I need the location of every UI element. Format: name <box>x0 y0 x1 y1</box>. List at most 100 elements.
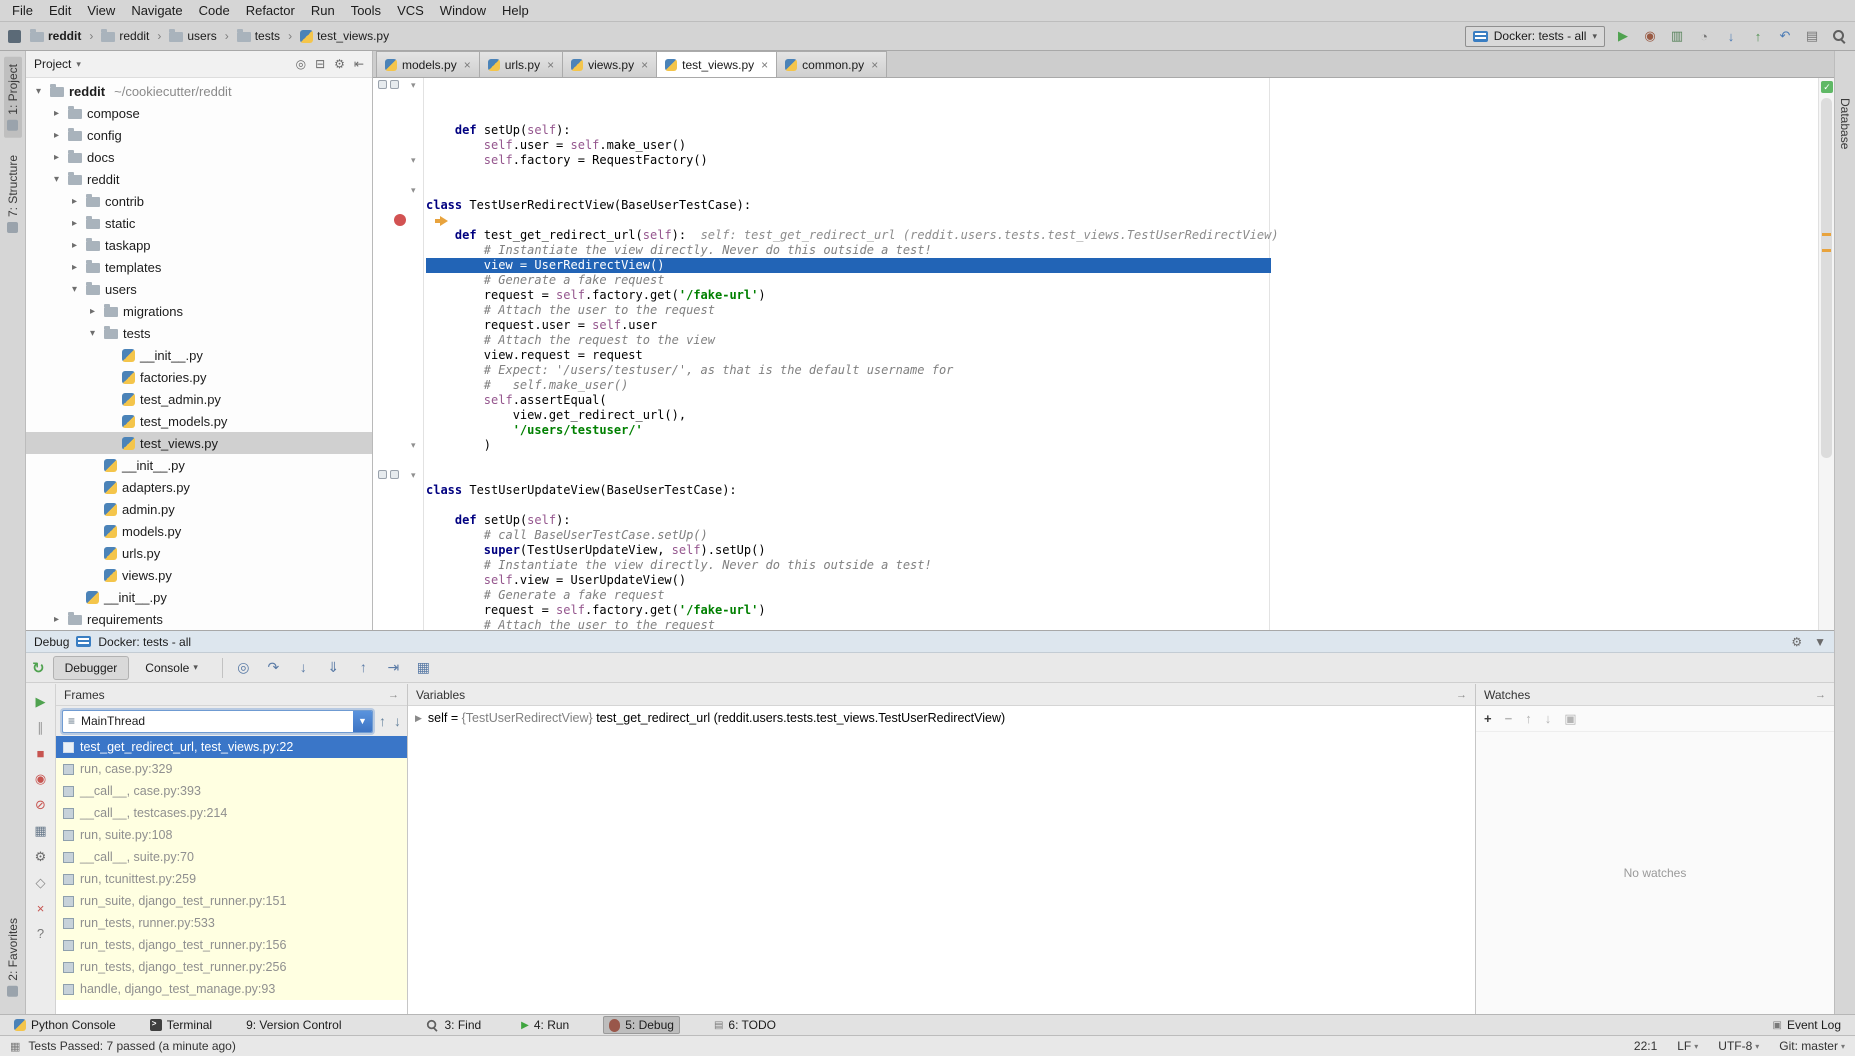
tree-item-reddit[interactable]: ▾reddit <box>26 168 372 190</box>
float-panel-icon[interactable]: → <box>1815 689 1826 701</box>
frame-row[interactable]: test_get_redirect_url, test_views.py:22 <box>56 736 407 758</box>
editor-tab-common-py[interactable]: common.py× <box>776 51 887 77</box>
hide-panel-icon[interactable]: ▼ <box>1814 635 1826 649</box>
frame-row[interactable]: __call__, suite.py:70 <box>56 846 407 868</box>
frame-row[interactable]: run_suite, django_test_runner.py:151 <box>56 890 407 912</box>
pause-icon[interactable]: ∥ <box>33 720 49 736</box>
next-frame-icon[interactable]: ↓ <box>394 713 401 729</box>
frame-row[interactable]: run, suite.py:108 <box>56 824 407 846</box>
close-icon[interactable]: × <box>641 58 648 72</box>
run-config-select[interactable]: Docker: tests - all ▾ <box>1465 26 1605 47</box>
collapse-all-icon[interactable]: ⊟ <box>315 57 325 71</box>
chevron-down-icon[interactable]: ▾ <box>86 328 99 339</box>
test-marker-icon[interactable] <box>378 470 387 479</box>
frame-row[interactable]: __call__, case.py:393 <box>56 780 407 802</box>
tree-item-init-py[interactable]: __init__.py <box>26 586 372 608</box>
tree-item-docs[interactable]: ▸docs <box>26 146 372 168</box>
editor-tab-models-py[interactable]: models.py× <box>376 51 480 77</box>
breadcrumb-item-tests[interactable]: tests <box>234 27 283 45</box>
chevron-right-icon[interactable]: ▸ <box>68 218 81 229</box>
frame-row[interactable]: __call__, testcases.py:214 <box>56 802 407 824</box>
menu-navigate[interactable]: Navigate <box>123 1 190 20</box>
move-watch-down-icon[interactable]: ↓ <box>1545 711 1552 726</box>
chevron-right-icon[interactable]: ▸ <box>50 614 63 625</box>
close-icon[interactable]: × <box>871 58 878 72</box>
toolwindow-button-5-debug[interactable]: 5: Debug <box>603 1016 680 1034</box>
editor-tab-urls-py[interactable]: urls.py× <box>479 51 563 77</box>
menu-vcs[interactable]: VCS <box>389 1 432 20</box>
menu-run[interactable]: Run <box>303 1 343 20</box>
chevron-right-icon[interactable]: ▸ <box>86 306 99 317</box>
tree-item-models-py[interactable]: models.py <box>26 520 372 542</box>
profiler-icon[interactable]: ◔ <box>1696 28 1712 44</box>
stripe-button-7-structure[interactable]: 7: Structure <box>4 148 22 240</box>
vcs-branch-widget[interactable]: Git: master▾ <box>1779 1039 1845 1053</box>
step-over-icon[interactable]: ↷ <box>265 659 282 676</box>
step-out-icon[interactable]: ↑ <box>355 659 372 676</box>
tree-item-users[interactable]: ▾users <box>26 278 372 300</box>
tree-item-factories-py[interactable]: factories.py <box>26 366 372 388</box>
warning-stripe-mark[interactable] <box>1822 233 1831 236</box>
search-everywhere-icon[interactable] <box>1831 28 1847 44</box>
chevron-right-icon[interactable]: ▸ <box>50 152 63 163</box>
tree-item-urls-py[interactable]: urls.py <box>26 542 372 564</box>
tree-item-static[interactable]: ▸static <box>26 212 372 234</box>
stripe-button-database[interactable]: Database <box>1836 91 1854 156</box>
tree-item-adapters-py[interactable]: adapters.py <box>26 476 372 498</box>
view-breakpoints-icon[interactable]: ◉ <box>33 771 49 787</box>
close-icon[interactable]: × <box>547 58 554 72</box>
tree-item-taskapp[interactable]: ▸taskapp <box>26 234 372 256</box>
restore-layout-icon[interactable]: ▦ <box>33 823 49 839</box>
menu-file[interactable]: File <box>4 1 41 20</box>
tree-item-reddit[interactable]: ▾reddit~/cookiecutter/reddit <box>26 80 372 102</box>
frame-row[interactable]: handle, django_test_manage.py:93 <box>56 978 407 1000</box>
toolwindow-button-event-log[interactable]: ▣Event Log <box>1767 1016 1848 1034</box>
menu-refactor[interactable]: Refactor <box>238 1 303 20</box>
chevron-right-icon[interactable]: ▸ <box>50 108 63 119</box>
toolwindow-button-python-console[interactable]: Python Console <box>8 1016 122 1034</box>
chevron-right-icon[interactable]: ▸ <box>68 262 81 273</box>
tree-item-views-py[interactable]: views.py <box>26 564 372 586</box>
frame-row[interactable]: run, case.py:329 <box>56 758 407 780</box>
settings-icon[interactable]: ⚙ <box>334 57 345 71</box>
locate-file-icon[interactable]: ◎ <box>296 57 306 71</box>
add-watch-icon[interactable]: + <box>1484 711 1492 726</box>
tree-item-test-views-py[interactable]: test_views.py <box>26 432 372 454</box>
tab-debugger[interactable]: Debugger <box>53 656 130 680</box>
previous-frame-icon[interactable]: ↑ <box>379 713 386 729</box>
tree-item-templates[interactable]: ▸templates <box>26 256 372 278</box>
pin-icon[interactable]: ◇ <box>33 875 49 891</box>
move-watch-up-icon[interactable]: ↑ <box>1525 711 1532 726</box>
fold-marker-icon[interactable]: ▾ <box>411 468 416 483</box>
force-step-into-icon[interactable]: ⇓ <box>325 659 342 676</box>
editor-gutter[interactable]: ▾▾▾▾▾ <box>373 78 424 630</box>
run-to-cursor-icon[interactable]: ⇥ <box>385 659 402 676</box>
test-marker-icon[interactable] <box>378 80 387 89</box>
chevron-down-icon[interactable]: ▾ <box>68 284 81 295</box>
mute-breakpoints-icon[interactable]: ⊘ <box>33 797 49 813</box>
breadcrumb-item-reddit[interactable]: reddit <box>98 27 152 45</box>
project-panel-title[interactable]: Project <box>34 57 71 71</box>
tree-item-admin-py[interactable]: admin.py <box>26 498 372 520</box>
tree-item-init-py[interactable]: __init__.py <box>26 344 372 366</box>
toolwindow-switcher-icon[interactable]: ▦ <box>10 1040 20 1053</box>
show-execution-point-icon[interactable]: ◎ <box>235 659 252 676</box>
fold-marker-icon[interactable]: ▾ <box>411 78 416 93</box>
evaluate-expression-icon[interactable]: ▦ <box>415 659 432 676</box>
settings-icon[interactable]: ⚙ <box>33 849 49 865</box>
breakpoint-icon[interactable] <box>394 214 406 226</box>
tree-item-contrib[interactable]: ▸contrib <box>26 190 372 212</box>
editor-scrollbar[interactable]: ✓ <box>1818 78 1834 630</box>
stripe-button-2-favorites[interactable]: 2: Favorites <box>4 911 22 1004</box>
help-icon[interactable]: ? <box>33 926 49 941</box>
stop-icon[interactable]: ■ <box>33 746 49 761</box>
tree-item-init-py[interactable]: __init__.py <box>26 454 372 476</box>
fold-marker-icon[interactable]: ▾ <box>411 438 416 453</box>
close-icon[interactable]: × <box>33 901 49 916</box>
warning-stripe-mark[interactable] <box>1822 249 1831 252</box>
breadcrumb-item-test-views-py[interactable]: test_views.py <box>297 27 392 45</box>
settings-icon[interactable]: ⚙ <box>1791 635 1802 649</box>
resume-icon[interactable]: ▶ <box>33 694 49 710</box>
tree-item-requirements[interactable]: ▸requirements <box>26 608 372 630</box>
chevron-down-icon[interactable]: ▾ <box>50 174 63 185</box>
